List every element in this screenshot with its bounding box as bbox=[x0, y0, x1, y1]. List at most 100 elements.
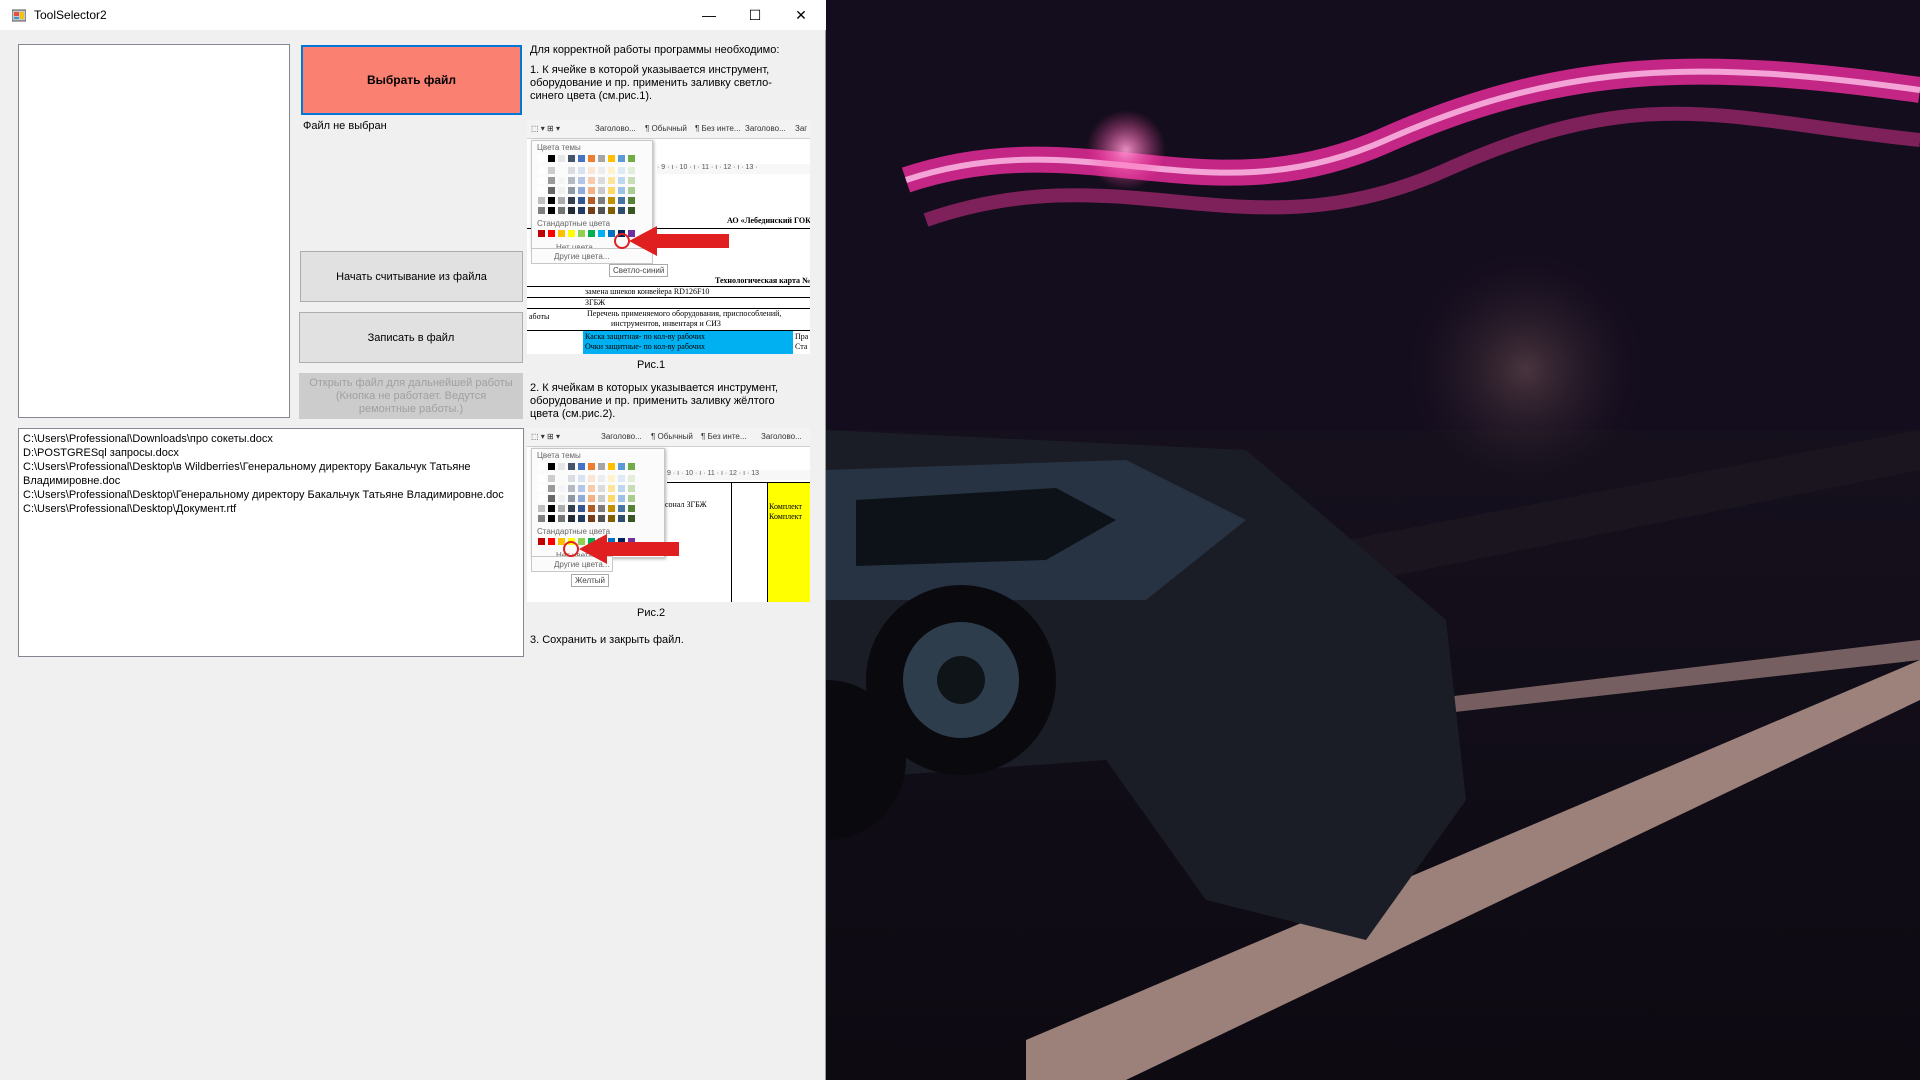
ribbon-style: ¶ Без инте... bbox=[695, 124, 741, 133]
ribbon-style: ¶ Обычный bbox=[645, 124, 687, 133]
red-arrow-icon bbox=[629, 226, 729, 256]
write-file-button[interactable]: Записать в файл bbox=[299, 312, 523, 363]
doc-cell: Очки защитные- по кол-ву рабочих bbox=[585, 342, 706, 351]
start-read-button[interactable]: Начать считывание из файла bbox=[300, 251, 523, 302]
choose-file-button[interactable]: Выбрать файл bbox=[301, 45, 522, 115]
minimize-button[interactable]: — bbox=[686, 0, 732, 30]
ribbon-style: Заголово... bbox=[761, 432, 802, 441]
color-swatch bbox=[568, 155, 575, 162]
figure1-screenshot: ⬚ ▾ ⊞ ▾ Заголово... ¶ Обычный ¶ Без инте… bbox=[527, 120, 810, 354]
ribbon-style: Заголово... bbox=[745, 124, 786, 133]
ribbon-strip: ⬚ ▾ ⊞ ▾ Заголово... ¶ Обычный ¶ Без инте… bbox=[527, 428, 810, 447]
color-swatch bbox=[558, 177, 565, 184]
figure1-caption: Рис.1 bbox=[637, 359, 666, 371]
ruler: · 9 · ı · 10 · ı · 11 · ı · 12 · ı · 13 … bbox=[657, 164, 810, 174]
color-swatch bbox=[588, 505, 595, 512]
color-swatch bbox=[598, 515, 605, 522]
color-swatch bbox=[568, 230, 575, 237]
color-swatch bbox=[568, 505, 575, 512]
color-swatch bbox=[588, 167, 595, 174]
color-swatch bbox=[558, 505, 565, 512]
doc-cell: Каска защитная- по кол-ву рабочих bbox=[585, 332, 706, 341]
color-swatch bbox=[558, 167, 565, 174]
color-swatch bbox=[598, 485, 605, 492]
color-swatch bbox=[628, 463, 635, 470]
color-swatch bbox=[578, 187, 585, 194]
color-swatch bbox=[598, 155, 605, 162]
highlight-circle bbox=[614, 233, 630, 249]
open-file-button[interactable]: Открыть файл для дальнейшей работы (Кноп… bbox=[299, 373, 523, 419]
color-swatch bbox=[538, 485, 545, 492]
color-swatch bbox=[538, 495, 545, 502]
color-swatch bbox=[568, 187, 575, 194]
path-line: C:\Users\Professional\Desktop\в Wildberr… bbox=[23, 461, 471, 487]
doc-line: ЗГБЖ bbox=[585, 298, 606, 307]
color-swatch bbox=[628, 155, 635, 162]
color-swatch bbox=[598, 230, 605, 237]
color-swatch bbox=[578, 155, 585, 162]
doc-techcard: Технологическая карта № bbox=[715, 276, 810, 285]
color-swatch bbox=[548, 515, 555, 522]
maximize-button[interactable]: ☐ bbox=[732, 0, 778, 30]
doc-line: замена шнеков конвейера RD126F10 bbox=[585, 287, 710, 296]
color-swatch bbox=[618, 463, 625, 470]
path-line: C:\Users\Professional\Downloads\про соке… bbox=[23, 433, 273, 445]
color-swatch bbox=[618, 515, 625, 522]
color-swatch bbox=[618, 475, 625, 482]
file-paths-textbox[interactable]: C:\Users\Professional\Downloads\про соке… bbox=[18, 428, 524, 657]
color-swatch bbox=[618, 207, 625, 214]
color-swatch bbox=[588, 495, 595, 502]
doc-company: АО «Лебединский ГОК bbox=[727, 216, 810, 225]
color-swatch bbox=[578, 515, 585, 522]
ribbon-style: ¶ Обычный bbox=[651, 432, 693, 441]
doc-line: инструментов, инвентаря и СИЗ bbox=[611, 319, 721, 328]
instructions-step1: 1. К ячейке в которой указывается инстру… bbox=[530, 64, 772, 102]
color-swatch bbox=[608, 155, 615, 162]
instructions-step2: 2. К ячейкам в которых указывается инстр… bbox=[530, 382, 779, 420]
doc-line: Перечень применяемого оборудования, прис… bbox=[587, 309, 782, 318]
path-line: C:\Users\Professional\Desktop\Генерально… bbox=[23, 489, 504, 501]
color-swatch bbox=[538, 538, 545, 545]
color-swatch bbox=[578, 505, 585, 512]
color-swatch bbox=[618, 155, 625, 162]
doc-right: Ста bbox=[795, 342, 808, 351]
color-swatch bbox=[568, 485, 575, 492]
color-swatch bbox=[628, 475, 635, 482]
doc-side: аботы bbox=[529, 312, 550, 321]
color-swatch bbox=[608, 230, 615, 237]
instructions-intro: Для корректной работы программы необходи… bbox=[530, 44, 780, 56]
tooltip: Желтый bbox=[571, 574, 610, 587]
color-swatch bbox=[578, 485, 585, 492]
color-swatch bbox=[538, 167, 545, 174]
close-button[interactable]: ✕ bbox=[778, 0, 824, 30]
color-swatch bbox=[598, 207, 605, 214]
color-swatch bbox=[578, 167, 585, 174]
color-swatch bbox=[548, 463, 555, 470]
color-swatch bbox=[568, 495, 575, 502]
color-swatch bbox=[598, 495, 605, 502]
title-bar[interactable]: ToolSelector2 — ☐ ✕ bbox=[0, 0, 826, 30]
color-swatch bbox=[578, 197, 585, 204]
color-swatch bbox=[598, 167, 605, 174]
color-swatch bbox=[588, 177, 595, 184]
color-swatch bbox=[558, 463, 565, 470]
color-swatch bbox=[588, 207, 595, 214]
ribbon-style: Заг bbox=[795, 124, 808, 133]
color-swatch bbox=[598, 463, 605, 470]
color-swatch bbox=[578, 177, 585, 184]
color-swatch bbox=[558, 155, 565, 162]
color-swatch bbox=[628, 485, 635, 492]
color-swatch bbox=[588, 155, 595, 162]
color-swatch bbox=[608, 475, 615, 482]
desktop-wallpaper bbox=[826, 0, 1920, 1080]
color-swatch bbox=[538, 515, 545, 522]
color-swatch bbox=[598, 505, 605, 512]
doc-text: рсонал ЗГБЖ bbox=[661, 500, 707, 509]
color-swatch bbox=[618, 187, 625, 194]
color-swatch bbox=[588, 485, 595, 492]
color-swatch bbox=[608, 515, 615, 522]
items-listbox[interactable] bbox=[18, 44, 290, 418]
color-swatch bbox=[538, 505, 545, 512]
yellow-cell bbox=[768, 483, 810, 602]
color-swatch bbox=[568, 167, 575, 174]
